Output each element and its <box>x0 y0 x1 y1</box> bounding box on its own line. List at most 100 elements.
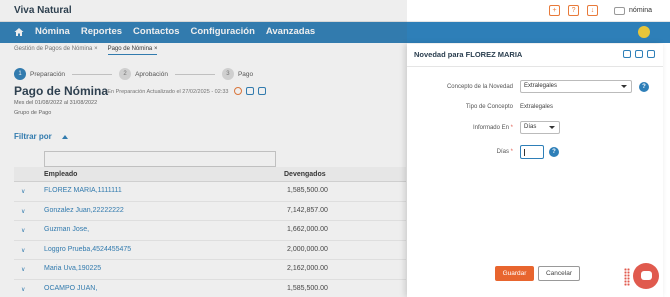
step-3-label: Pago <box>237 70 254 78</box>
user-name: nómina <box>629 7 652 14</box>
informed-label: Informado En <box>472 125 509 131</box>
days-input[interactable] <box>520 145 544 159</box>
page-title: Pago de Nómina <box>14 84 109 98</box>
comment-icon[interactable] <box>623 50 631 58</box>
modal-actions <box>623 50 655 58</box>
user-icon <box>614 6 626 15</box>
help-icon[interactable]: ? <box>639 82 649 92</box>
novedad-modal: Novedad para FLOREZ MARIA Concepto de la… <box>407 44 663 297</box>
filter-toggle[interactable]: Filtrar por <box>14 132 68 141</box>
top-bar: Viva Natural + ? ↓ nómina <box>0 0 670 22</box>
table-row: ∨ OCAMPO JUAN, 1,585,500.00 <box>14 280 406 297</box>
accrued-value: 1,585,500.00 <box>287 284 328 292</box>
column-accrued[interactable]: Devengados <box>284 171 326 178</box>
top-icons: + ? ↓ nómina <box>549 5 652 16</box>
column-employee[interactable]: Empleado <box>44 171 77 178</box>
chevron-down-icon[interactable]: ∨ <box>21 266 25 273</box>
step-1-number: 1 <box>14 68 26 80</box>
step-1-label: Preparación <box>30 70 66 78</box>
close-icon[interactable]: × <box>94 46 98 52</box>
help-icon[interactable]: ? <box>568 5 580 16</box>
modal-title: Novedad para FLOREZ MARIA <box>414 50 523 59</box>
concept-select[interactable]: Extralegales <box>520 80 632 93</box>
chevron-down-icon[interactable]: ∨ <box>21 227 25 234</box>
employee-link[interactable]: Loggro Prueba,4524455475 <box>44 246 131 253</box>
step-2-label: Aprobación <box>135 70 168 78</box>
help-icon[interactable]: ? <box>549 147 559 157</box>
user-menu[interactable]: nómina <box>614 6 652 15</box>
close-icon[interactable]: × <box>154 46 158 52</box>
progress-steps: 1 Preparación 2 Aprobación 3 Pago <box>14 68 253 80</box>
required-mark: * <box>510 149 513 155</box>
nav-item-avanzadas[interactable]: Avanzadas <box>266 26 315 37</box>
save-button[interactable]: Guardar <box>495 266 534 281</box>
employee-link[interactable]: OCAMPO JUAN, <box>44 285 97 292</box>
tab-pago-nomina[interactable]: Pago de Nómina × <box>107 44 158 55</box>
step-3-number: 3 <box>221 68 234 80</box>
filter-label: Filtrar por <box>14 132 52 141</box>
period-text: Mes del 01/08/2022 al 31/08/2022 <box>14 100 98 106</box>
accrued-value: 1,585,500.00 <box>287 187 328 194</box>
nav-item-nomina[interactable]: Nómina <box>35 26 70 37</box>
refresh-icon[interactable] <box>234 87 242 95</box>
table-row: ∨ Loggro Prueba,4524455475 2,000,000.00 <box>14 241 406 260</box>
home-icon[interactable] <box>14 27 24 37</box>
concept-type-label: Tipo de Concepto <box>465 104 513 110</box>
link-icon[interactable] <box>635 50 643 58</box>
step-connector <box>174 73 215 75</box>
nav-item-contactos[interactable]: Contactos <box>133 26 179 37</box>
main-nav: Nómina Reportes Contactos Configuración … <box>0 22 670 43</box>
informed-value: Días <box>524 124 537 130</box>
days-label: Días <box>496 149 509 155</box>
chat-button[interactable] <box>633 263 659 289</box>
required-mark: * <box>510 125 513 131</box>
accrued-value: 2,162,000.00 <box>287 265 328 272</box>
link-icon[interactable] <box>258 87 266 95</box>
page-tabs: Gestión de Pagos de Nómina × Pago de Nóm… <box>14 44 158 55</box>
employees-table: Empleado Devengados ∨ FLOREZ MARIA,11111… <box>14 167 406 297</box>
chevron-up-icon <box>61 134 68 139</box>
text-cursor <box>524 149 525 156</box>
accrued-value: 7,142,857.00 <box>287 206 328 214</box>
chevron-down-icon[interactable]: ∨ <box>21 208 25 215</box>
table-header: Empleado Devengados <box>14 167 406 182</box>
nav-item-configuracion[interactable]: Configuración <box>190 26 254 37</box>
title-actions <box>234 87 266 95</box>
concept-value: Extralegales <box>524 83 558 89</box>
chat-icon <box>641 271 652 280</box>
cancel-button[interactable]: Cancelar <box>538 266 580 281</box>
chevron-down-icon <box>549 126 555 129</box>
group-text: Grupo de Pago <box>14 110 52 116</box>
app-title: Viva Natural <box>14 5 72 16</box>
employee-link[interactable]: Gonzalez Juan,22222222 <box>44 207 124 214</box>
table-row: ∨ Gonzalez Juan,22222222 7,142,857.00 <box>14 202 406 221</box>
informed-select[interactable]: Días <box>520 121 560 134</box>
chevron-down-icon[interactable]: ∨ <box>21 188 25 195</box>
employee-link[interactable]: Maria Uva,190225 <box>44 265 101 272</box>
notification-badge[interactable] <box>638 26 650 38</box>
chevron-down-icon[interactable]: ∨ <box>21 247 25 254</box>
employee-filter-input[interactable] <box>44 151 276 167</box>
table-row: ∨ FLOREZ MARIA,1111111 1,585,500.00 <box>14 182 406 202</box>
comment-icon[interactable] <box>246 87 254 95</box>
chevron-down-icon <box>621 85 627 88</box>
step-connector <box>72 73 113 75</box>
divider <box>407 66 663 67</box>
accrued-value: 2,000,000.00 <box>287 245 328 253</box>
plus-icon[interactable]: + <box>549 5 561 16</box>
employee-link[interactable]: Guzman Jose, <box>44 226 89 233</box>
concept-type-value: Extralegales <box>520 104 554 110</box>
drag-handle[interactable] <box>624 268 630 286</box>
step-2-number: 2 <box>119 68 132 80</box>
page-status: - En Preparación Actualizado el 27/02/20… <box>104 89 229 95</box>
table-row: ∨ Guzman Jose, 1,662,000.00 <box>14 221 406 241</box>
nav-item-reportes[interactable]: Reportes <box>81 26 122 37</box>
employee-link[interactable]: FLOREZ MARIA,1111111 <box>44 187 122 194</box>
download-icon[interactable]: ↓ <box>587 5 599 16</box>
concept-label: Concepto de la Novedad <box>446 84 513 90</box>
table-row: ∨ Maria Uva,190225 2,162,000.00 <box>14 260 406 280</box>
chevron-down-icon[interactable]: ∨ <box>21 286 25 293</box>
tab-gestion-pagos[interactable]: Gestión de Pagos de Nómina × <box>14 44 98 55</box>
attach-icon[interactable] <box>647 50 655 58</box>
accrued-value: 1,662,000.00 <box>287 226 328 233</box>
